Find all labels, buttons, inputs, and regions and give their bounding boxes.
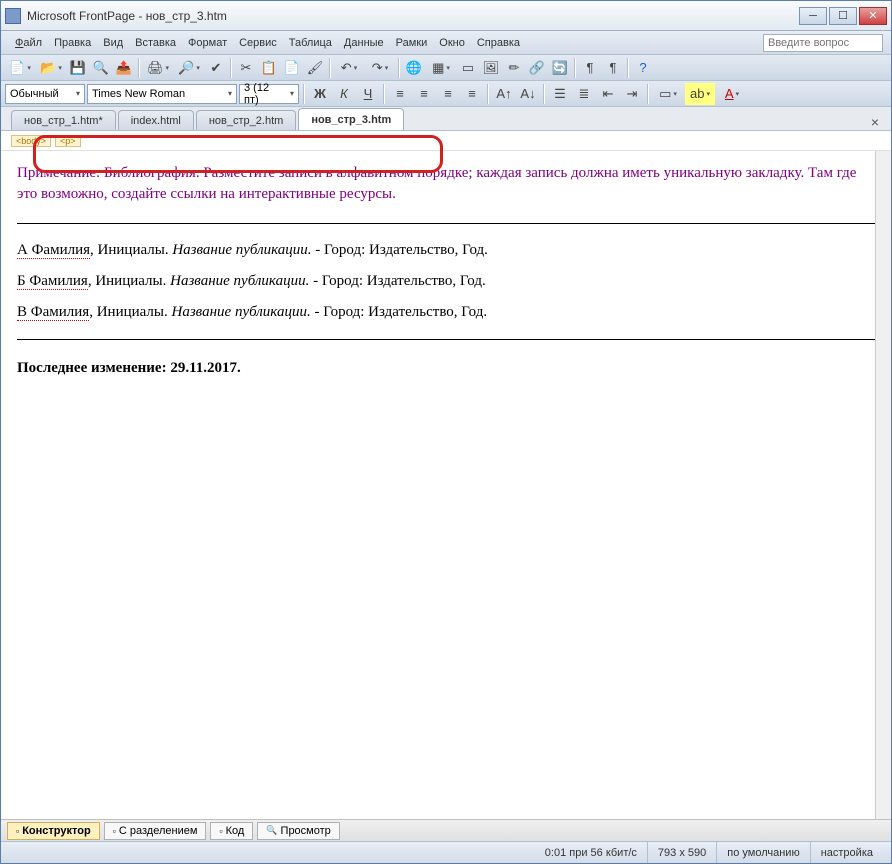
menu-data[interactable]: Данные (338, 34, 390, 52)
layer-button[interactable]: ▭ (457, 57, 479, 79)
divider (17, 339, 875, 340)
maximize-button[interactable]: ☐ (829, 7, 857, 25)
tag-breadcrumb: <body> <p> (1, 131, 891, 151)
design-icon: ▫ (16, 826, 19, 836)
document-tabs: нов_стр_1.htm* index.html нов_стр_2.htm … (1, 107, 891, 131)
bold-button[interactable]: Ж (309, 83, 331, 105)
align-left-button[interactable]: ≡ (389, 83, 411, 105)
divider (17, 223, 875, 224)
minimize-button[interactable]: ─ (799, 7, 827, 25)
menu-view[interactable]: Вид (97, 34, 129, 52)
menu-table[interactable]: Таблица (283, 34, 338, 52)
show-tags-button[interactable]: ¶ (602, 57, 624, 79)
split-icon: ▫ (113, 826, 116, 836)
copy-button[interactable]: 📋 (258, 57, 280, 79)
web-component-button[interactable]: 🌐 (403, 57, 425, 79)
paste-button[interactable]: 📄 (281, 57, 303, 79)
bullet-list-button[interactable]: ≣ (573, 83, 595, 105)
save-button[interactable]: 💾 (67, 57, 89, 79)
breadcrumb-p-tag[interactable]: <p> (55, 135, 81, 147)
menu-frames[interactable]: Рамки (390, 34, 434, 52)
close-tab-button[interactable]: × (871, 114, 879, 130)
standard-toolbar: 📄 📂 💾 🔍 📤 🖨 🔎 ✔ ✂ 📋 📄 🖌 ↶ ↷ 🌐 ▦ ▭ 🖼 ✏ 🔗 … (1, 55, 891, 81)
menu-window[interactable]: Окно (433, 34, 471, 52)
view-tab-design[interactable]: ▫Конструктор (7, 822, 100, 840)
bibliography-note: Примечание: Библиография. Разместите зап… (17, 163, 875, 205)
draw-button[interactable]: ✏ (503, 57, 525, 79)
app-window: Microsoft FrontPage - нов_стр_3.htm ─ ☐ … (0, 0, 892, 864)
menu-file[interactable]: Файл (9, 34, 48, 52)
status-download-time: 0:01 при 56 кбит/с (535, 842, 648, 863)
refresh-button[interactable]: 🔄 (549, 57, 571, 79)
close-button[interactable]: ✕ (859, 7, 887, 25)
file-tab-0[interactable]: нов_стр_1.htm* (11, 110, 116, 130)
align-center-button[interactable]: ≡ (413, 83, 435, 105)
menu-format[interactable]: Формат (182, 34, 233, 52)
menu-tools[interactable]: Сервис (233, 34, 283, 52)
spellcheck-button[interactable]: ✔ (205, 57, 227, 79)
file-tab-2[interactable]: нов_стр_2.htm (196, 110, 296, 130)
window-title: Microsoft FrontPage - нов_стр_3.htm (27, 9, 799, 23)
open-button[interactable]: 📂 (36, 57, 66, 79)
format-toolbar: Обычный Times New Roman 3 (12 пт) Ж К Ч … (1, 81, 891, 107)
preview-icon: 🔍 (266, 825, 277, 836)
align-justify-button[interactable]: ≡ (461, 83, 483, 105)
bibliography-entry: Б Фамилия, Инициалы. Название публикации… (17, 273, 875, 290)
cut-button[interactable]: ✂ (235, 57, 257, 79)
help-button[interactable]: ? (632, 57, 654, 79)
bibliography-entry: А Фамилия, Инициалы. Название публикации… (17, 242, 875, 259)
align-right-button[interactable]: ≡ (437, 83, 459, 105)
decrease-font-button[interactable]: A↓ (517, 83, 539, 105)
undo-button[interactable]: ↶ (334, 57, 364, 79)
font-select[interactable]: Times New Roman (87, 84, 237, 104)
underline-button[interactable]: Ч (357, 83, 379, 105)
menu-edit[interactable]: Правка (48, 34, 97, 52)
hyperlink-button[interactable]: 🔗 (526, 57, 548, 79)
code-icon: ▫ (219, 826, 222, 836)
file-tab-3[interactable]: нов_стр_3.htm (298, 108, 404, 130)
statusbar: 0:01 при 56 кбит/с 793 x 590 по умолчани… (1, 841, 891, 863)
numbered-list-button[interactable]: ☰ (549, 83, 571, 105)
bibliography-entry: В Фамилия, Инициалы. Название публикации… (17, 304, 875, 321)
menu-help[interactable]: Справка (471, 34, 526, 52)
increase-indent-button[interactable]: ⇥ (621, 83, 643, 105)
preview-button[interactable]: 🔎 (174, 57, 204, 79)
search-button[interactable]: 🔍 (90, 57, 112, 79)
help-search-input[interactable] (763, 34, 883, 52)
format-painter-button[interactable]: 🖌 (304, 57, 326, 79)
decrease-indent-button[interactable]: ⇤ (597, 83, 619, 105)
highlight-button[interactable]: ab (685, 83, 715, 105)
view-tab-preview[interactable]: 🔍Просмотр (257, 822, 339, 840)
status-mode: по умолчанию (717, 842, 810, 863)
new-button[interactable]: 📄 (5, 57, 35, 79)
publish-button[interactable]: 📤 (113, 57, 135, 79)
picture-button[interactable]: 🖼 (480, 57, 502, 79)
file-tab-1[interactable]: index.html (118, 110, 194, 130)
show-all-button[interactable]: ¶ (579, 57, 601, 79)
vertical-scrollbar[interactable] (875, 151, 891, 819)
view-tab-code[interactable]: ▫Код (210, 822, 253, 840)
menubar: Файл Правка Вид Вставка Формат Сервис Та… (1, 31, 891, 55)
titlebar: Microsoft FrontPage - нов_стр_3.htm ─ ☐ … (1, 1, 891, 31)
print-button[interactable]: 🖨 (143, 57, 173, 79)
border-button[interactable]: ▭ (653, 83, 683, 105)
breadcrumb-body-tag[interactable]: <body> (11, 135, 51, 147)
size-select[interactable]: 3 (12 пт) (239, 84, 299, 104)
increase-font-button[interactable]: A↑ (493, 83, 515, 105)
status-dimensions: 793 x 590 (648, 842, 717, 863)
status-setup[interactable]: настройка (811, 842, 883, 863)
frontpage-icon (5, 8, 21, 24)
italic-button[interactable]: К (333, 83, 355, 105)
redo-button[interactable]: ↷ (365, 57, 395, 79)
content-area[interactable]: Примечание: Библиография. Разместите зап… (1, 151, 891, 819)
view-tabs: ▫Конструктор ▫С разделением ▫Код 🔍Просмо… (1, 819, 891, 841)
font-color-button[interactable]: A (717, 83, 747, 105)
last-modified: Последнее изменение: 29.11.2017. (17, 360, 875, 377)
style-select[interactable]: Обычный (5, 84, 85, 104)
table-button[interactable]: ▦ (426, 57, 456, 79)
view-tab-split[interactable]: ▫С разделением (104, 822, 207, 840)
menu-insert[interactable]: Вставка (129, 34, 182, 52)
